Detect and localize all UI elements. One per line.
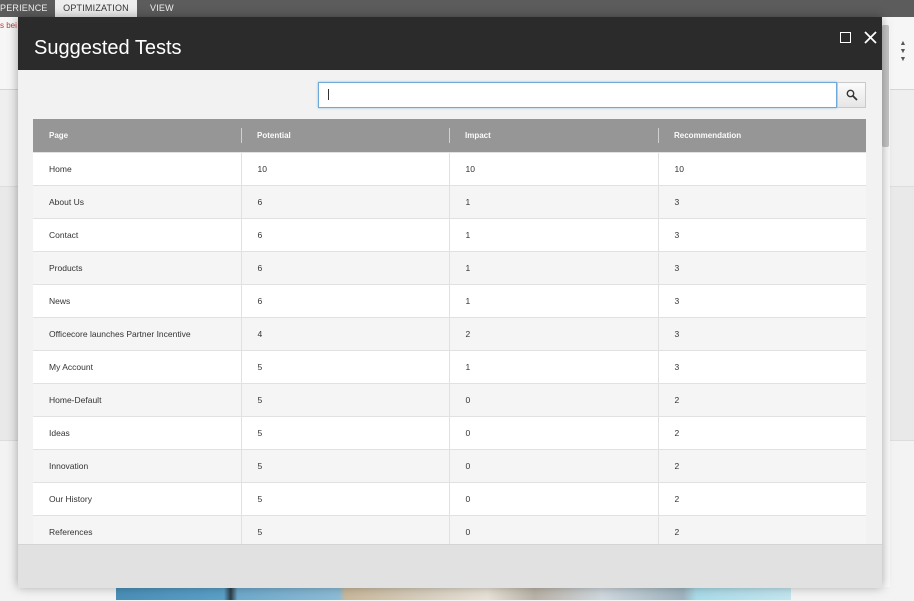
chevron-down-icon[interactable]: ▼ xyxy=(898,48,908,56)
cell-potential: 4 xyxy=(240,317,449,351)
table-row[interactable]: Contact 6 1 3 xyxy=(33,218,866,252)
cell-page: Home xyxy=(33,152,241,186)
dialog-header: Suggested Tests xyxy=(18,17,882,70)
table-row[interactable]: Products 6 1 3 xyxy=(33,251,866,285)
cell-impact: 1 xyxy=(448,218,658,252)
cell-recommendation: 2 xyxy=(657,416,866,450)
table-row[interactable]: Home 10 10 10 xyxy=(33,152,866,186)
cell-impact: 0 xyxy=(448,383,658,417)
dialog-title: Suggested Tests xyxy=(34,37,182,59)
page-scrollbar-thumb[interactable] xyxy=(882,25,889,147)
table-row[interactable]: News 6 1 3 xyxy=(33,284,866,318)
cell-page: Ideas xyxy=(33,416,241,450)
table-header-row: Page Potential Impact Recommendation xyxy=(33,119,866,153)
cell-potential: 6 xyxy=(240,284,449,318)
cell-potential: 6 xyxy=(240,185,449,219)
cell-page: References xyxy=(33,515,241,544)
cell-impact: 0 xyxy=(448,515,658,544)
cell-page: My Account xyxy=(33,350,241,384)
cell-potential: 6 xyxy=(240,251,449,285)
cell-recommendation: 3 xyxy=(657,350,866,384)
cell-page: About Us xyxy=(33,185,241,219)
cell-impact: 1 xyxy=(448,284,658,318)
cell-potential: 10 xyxy=(240,152,449,186)
suggested-tests-dialog: Suggested Tests Page Potential Impact Re… xyxy=(18,17,882,588)
cell-page: Products xyxy=(33,251,241,285)
cell-impact: 1 xyxy=(448,350,658,384)
column-header-page[interactable]: Page xyxy=(33,119,241,153)
close-icon[interactable] xyxy=(863,30,878,45)
cell-impact: 2 xyxy=(448,317,658,351)
cell-potential: 5 xyxy=(240,383,449,417)
cell-recommendation: 2 xyxy=(657,515,866,544)
dialog-footer xyxy=(18,544,882,588)
table-row[interactable]: Our History 5 0 2 xyxy=(33,482,866,516)
cell-impact: 0 xyxy=(448,482,658,516)
table-row[interactable]: Ideas 5 0 2 xyxy=(33,416,866,450)
cell-impact: 1 xyxy=(448,251,658,285)
cell-recommendation: 3 xyxy=(657,284,866,318)
ribbon-tab-bar xyxy=(0,0,914,17)
tab-view[interactable]: VIEW xyxy=(150,0,180,17)
tab-experience[interactable]: PERIENCE xyxy=(0,0,48,17)
cell-recommendation: 3 xyxy=(657,185,866,219)
cell-recommendation: 2 xyxy=(657,383,866,417)
cell-potential: 5 xyxy=(240,449,449,483)
table-row[interactable]: Officecore launches Partner Incentive 4 2 3 xyxy=(33,317,866,351)
table-row[interactable]: My Account 5 1 3 xyxy=(33,350,866,384)
column-header-recommendation[interactable]: Recommendation xyxy=(658,119,866,153)
cell-page: Contact xyxy=(33,218,241,252)
cell-impact: 10 xyxy=(448,152,658,186)
table-row[interactable]: About Us 6 1 3 xyxy=(33,185,866,219)
column-header-impact[interactable]: Impact xyxy=(449,119,658,153)
cell-page: Officecore launches Partner Incentive xyxy=(33,317,241,351)
ribbon-warning-text: s bei xyxy=(0,21,17,30)
cell-recommendation: 3 xyxy=(657,317,866,351)
table-row[interactable]: Home-Default 5 0 2 xyxy=(33,383,866,417)
cell-potential: 5 xyxy=(240,416,449,450)
table-row[interactable]: References 5 0 2 xyxy=(33,515,866,544)
expand-icon[interactable]: ▼ xyxy=(898,56,908,64)
tab-optimization[interactable]: OPTIMIZATION xyxy=(55,0,137,17)
cell-impact: 1 xyxy=(448,185,658,219)
search-icon xyxy=(846,89,858,101)
cell-potential: 5 xyxy=(240,482,449,516)
cell-impact: 0 xyxy=(448,416,658,450)
cell-page: Home-Default xyxy=(33,383,241,417)
cell-recommendation: 3 xyxy=(657,218,866,252)
text-caret xyxy=(328,89,329,100)
cell-page: Our History xyxy=(33,482,241,516)
cell-recommendation: 10 xyxy=(657,152,866,186)
cell-potential: 5 xyxy=(240,515,449,544)
column-header-potential[interactable]: Potential xyxy=(241,119,449,153)
cell-recommendation: 3 xyxy=(657,251,866,285)
table-row[interactable]: Innovation 5 0 2 xyxy=(33,449,866,483)
suggested-tests-table: Page Potential Impact Recommendation Hom… xyxy=(33,119,866,544)
cell-potential: 5 xyxy=(240,350,449,384)
cell-page: Innovation xyxy=(33,449,241,483)
ribbon-scroll-arrows[interactable]: ▲ ▼ ▼ xyxy=(898,40,908,64)
cell-impact: 0 xyxy=(448,449,658,483)
maximize-icon[interactable] xyxy=(840,32,851,43)
search-button[interactable] xyxy=(837,82,866,108)
cell-potential: 6 xyxy=(240,218,449,252)
page-hero-image xyxy=(116,586,791,600)
cell-recommendation: 2 xyxy=(657,482,866,516)
cell-recommendation: 2 xyxy=(657,449,866,483)
chevron-up-icon[interactable]: ▲ xyxy=(898,40,908,48)
search-input[interactable] xyxy=(318,82,837,108)
cell-page: News xyxy=(33,284,241,318)
